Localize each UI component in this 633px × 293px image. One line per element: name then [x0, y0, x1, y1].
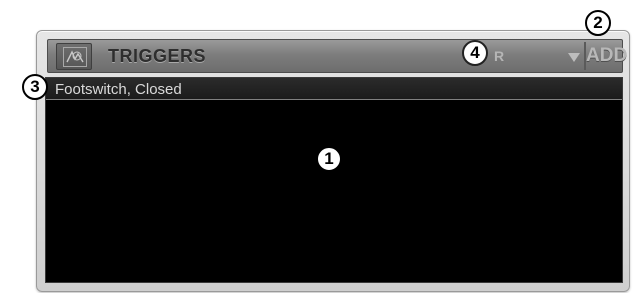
lightbulb-waveform-icon	[63, 47, 87, 67]
triggers-header: TRIGGERS R ADD	[47, 39, 627, 73]
callout-2: 2	[585, 10, 611, 36]
triggers-list[interactable]: Footswitch, Closed	[45, 77, 623, 283]
add-button[interactable]: ADD	[584, 42, 627, 70]
triangle-down-icon	[568, 53, 580, 62]
callout-3: 3	[22, 74, 48, 100]
trigger-type-dropdown[interactable]: R	[488, 44, 582, 69]
panel-title: TRIGGERS	[108, 46, 207, 66]
triggers-logo-button[interactable]	[56, 43, 92, 70]
list-item-label: Footswitch, Closed	[55, 81, 182, 98]
callout-1: 1	[316, 146, 342, 172]
trigger-type-value: R	[494, 48, 505, 64]
list-item[interactable]: Footswitch, Closed	[46, 78, 622, 100]
callout-4: 4	[462, 40, 488, 66]
